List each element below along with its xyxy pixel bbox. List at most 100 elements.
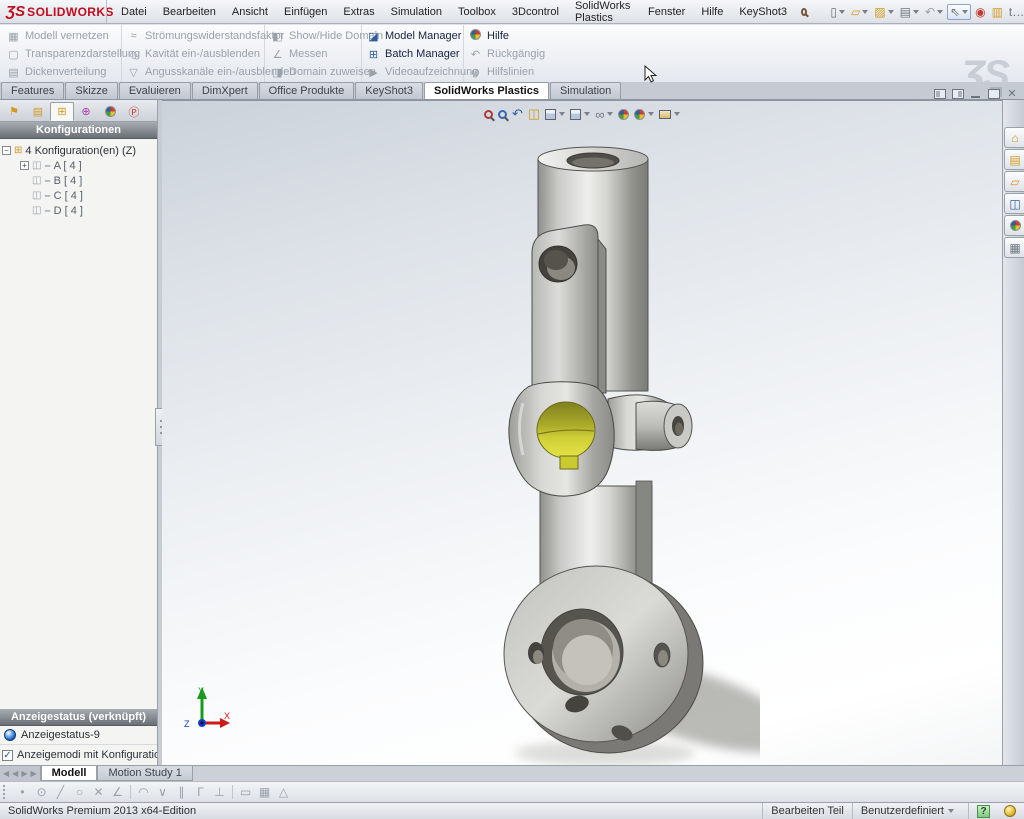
drag-coefficient-button[interactable]: ≈Strömungswiderstandsfaktor — [122, 27, 264, 45]
custom-properties-tab[interactable]: ▦ — [1004, 237, 1024, 258]
search-icon[interactable] — [801, 8, 807, 16]
doc-close-icon[interactable]: ✕ — [1006, 89, 1018, 99]
angle-tool-icon[interactable]: ∠ — [108, 785, 127, 799]
file-explorer-tab[interactable]: ▱ — [1004, 171, 1024, 192]
chevron-down-icon[interactable] — [937, 10, 943, 14]
trim-tool-icon[interactable]: ✕ — [89, 785, 108, 799]
tab-dimxpert[interactable]: DimXpert — [192, 82, 258, 99]
render-tools-button[interactable]: ◉ — [973, 5, 987, 19]
zoom-to-fit-button[interactable] — [484, 110, 493, 119]
mesh-model-button[interactable]: ▦Modell vernetzen — [2, 27, 121, 45]
collapse-icon[interactable]: − — [2, 146, 11, 155]
status-tag-icon[interactable] — [1004, 805, 1016, 817]
show-hide-domain-button[interactable]: ◧Show/Hide Domain — [266, 27, 361, 45]
doc-restore-icon[interactable] — [988, 89, 1000, 99]
rectangle-tool-icon[interactable]: ▭ — [236, 785, 255, 799]
runner-toggle-button[interactable]: ▽Angusskanäle ein-/ausblenden — [122, 63, 264, 81]
config-row-b[interactable]: ◫ – B [ 4 ] — [32, 173, 155, 188]
menu-fenster[interactable]: Fenster — [640, 3, 693, 21]
cavity-toggle-button[interactable]: ◇Kavität ein-/ausblenden — [122, 45, 264, 63]
apply-scene-button[interactable] — [634, 109, 654, 120]
zoom-to-area-button[interactable] — [498, 110, 507, 119]
config-row-c[interactable]: ◫ – C [ 4 ] — [32, 188, 155, 203]
left-pane-toggle-icon[interactable] — [934, 89, 946, 99]
tree-root-row[interactable]: − ⊞ 4 Konfiguration(en) (Z) — [2, 143, 155, 158]
clevis-plate[interactable] — [532, 225, 606, 393]
menu-datei[interactable]: Datei — [113, 3, 155, 21]
open-button[interactable]: ▱ — [849, 5, 870, 19]
select-button[interactable]: ⇖ — [947, 4, 971, 20]
tab-solidworks-plastics[interactable]: SolidWorks Plastics — [424, 82, 549, 99]
file-properties-button[interactable]: ▥ — [990, 5, 1005, 19]
propertymanager-tab[interactable]: ▤ — [26, 102, 50, 121]
publish-button[interactable]: ▨ — [872, 5, 895, 19]
plastics-help-button[interactable]: Hilfe — [464, 27, 554, 45]
chevron-down-icon[interactable] — [962, 10, 968, 14]
batch-manager-button[interactable]: ⊞Batch Manager — [362, 45, 463, 63]
menu-solidworks-plastics[interactable]: SolidWorks Plastics — [567, 0, 640, 27]
dimxpertmanager-tab[interactable]: ⊕ — [74, 102, 98, 121]
prev-tab-icon[interactable]: ◀ — [12, 769, 18, 778]
menu-keyshot3[interactable]: KeyShot3 — [731, 3, 795, 21]
knuckle[interactable] — [509, 382, 614, 496]
chevron-down-icon[interactable] — [559, 112, 565, 116]
plastics-tab[interactable]: Ⓟ — [122, 102, 146, 121]
point-tool-icon[interactable]: • — [13, 785, 32, 799]
pattern-tool-icon[interactable]: ▦ — [255, 785, 274, 799]
display-style-button[interactable] — [570, 109, 590, 120]
edit-appearance-button[interactable] — [618, 109, 629, 120]
status-help-icon[interactable]: ? — [977, 805, 990, 818]
tab-office-produkte[interactable]: Office Produkte — [259, 82, 355, 99]
right-pane-toggle-icon[interactable] — [952, 89, 964, 99]
config-label-d[interactable]: D [ 4 ] — [54, 205, 83, 217]
assign-domain-button[interactable]: ◨Domain zuweisen — [266, 63, 361, 81]
chevron-down-icon[interactable] — [607, 112, 613, 116]
first-tab-icon[interactable]: ◀ — [3, 769, 9, 778]
arc-tool-icon[interactable]: ◠ — [134, 785, 153, 799]
ellipse-tool-icon[interactable]: ○ — [70, 785, 89, 799]
config-row-d[interactable]: ◫ – D [ 4 ] — [32, 203, 155, 218]
menu-hilfe[interactable]: Hilfe — [693, 3, 731, 21]
tab-evaluieren[interactable]: Evaluieren — [119, 82, 191, 99]
tree-root-label[interactable]: 4 Konfiguration(en) (Z) — [25, 145, 136, 157]
featuremanager-tab[interactable]: ⚑ — [2, 102, 26, 121]
config-label-c[interactable]: C [ 4 ] — [54, 190, 83, 202]
model-tab[interactable]: Modell — [41, 766, 98, 781]
more-options-button[interactable]: t… — [1007, 5, 1024, 19]
chevron-down-icon[interactable] — [862, 10, 868, 14]
appearances-tab[interactable] — [1004, 215, 1024, 236]
displaymanager-tab[interactable] — [98, 102, 122, 121]
previous-view-button[interactable]: ↶ — [512, 106, 523, 122]
menu-toolbox[interactable]: Toolbox — [450, 3, 504, 21]
dimension-tool-icon[interactable]: ⊥ — [210, 785, 229, 799]
graphics-viewport[interactable]: ↶ ◫ ∞ — [162, 100, 1002, 765]
model-manager-button[interactable]: ◪Model Manager — [362, 27, 463, 45]
corner-tool-icon[interactable]: Γ — [191, 785, 210, 799]
chevron-down-icon[interactable] — [648, 112, 654, 116]
chevron-down-icon[interactable] — [584, 112, 590, 116]
menu-ansicht[interactable]: Ansicht — [224, 3, 276, 21]
chevron-down-icon[interactable] — [913, 10, 919, 14]
menu-3dcontrol[interactable]: 3Dcontrol — [504, 3, 567, 21]
new-document-button[interactable]: ▯ — [828, 5, 847, 19]
side-boss[interactable] — [608, 395, 692, 450]
units-selector[interactable]: Benutzerdefiniert — [861, 805, 944, 817]
parallel-tool-icon[interactable]: ∥ — [172, 785, 191, 799]
last-tab-icon[interactable]: ▶ — [30, 769, 36, 778]
toolbar-drag-handle[interactable] — [3, 785, 7, 799]
undo-plastics-button[interactable]: ↶Rückgängig — [464, 45, 554, 63]
expand-icon[interactable]: + — [20, 161, 29, 170]
tab-skizze[interactable]: Skizze — [65, 82, 117, 99]
configurationmanager-tab[interactable]: ⊞ — [50, 102, 74, 121]
config-label-b[interactable]: B [ 4 ] — [54, 175, 83, 187]
bottom-ring[interactable] — [504, 566, 703, 753]
tab-keyshot3[interactable]: KeyShot3 — [355, 82, 423, 99]
guidelines-button[interactable]: ⊛Hilfslinien — [464, 63, 554, 81]
display-state-item[interactable]: Anzeigestatus-9 — [0, 726, 157, 744]
config-label-a[interactable]: A [ 4 ] — [54, 160, 82, 172]
circle-tool-icon[interactable]: ⊙ — [32, 785, 51, 799]
motion-study-tab[interactable]: Motion Study 1 — [97, 766, 192, 781]
3d-model[interactable] — [440, 131, 760, 765]
design-library-tab[interactable]: ▤ — [1004, 149, 1024, 170]
chevron-down-icon[interactable] — [888, 10, 894, 14]
